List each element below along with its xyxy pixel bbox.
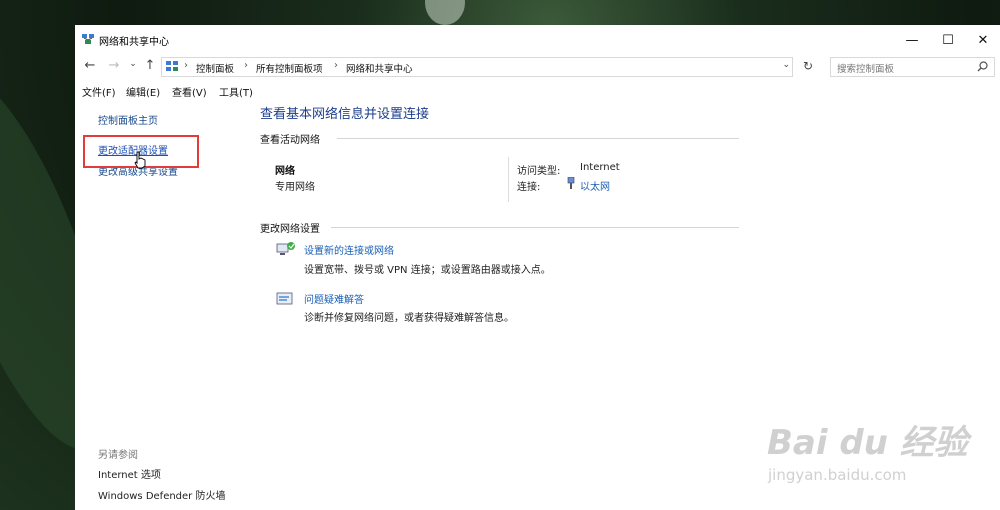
network-sharing-window: 网络和共享中心 — ☐ ✕ ← → ⌄ ↑ › 控制面板 › 所有控制面板项 ›…	[75, 25, 1000, 510]
ethernet-icon	[567, 177, 575, 189]
maximize-button[interactable]: ☐	[931, 29, 965, 51]
window-title: 网络和共享中心	[99, 37, 169, 48]
control-panel-icon	[166, 61, 178, 71]
network-setup-icon	[276, 242, 295, 255]
setup-connection-description: 设置宽带、拨号或 VPN 连接；或设置路由器或接入点。	[304, 265, 551, 276]
address-row: ← → ⌄ ↑ › 控制面板 › 所有控制面板项 › 网络和共享中心 ⌄ ↻ 搜…	[75, 55, 1000, 79]
see-also-internet-options[interactable]: Internet 选项	[98, 466, 161, 481]
sidebar-link-home[interactable]: 控制面板主页	[98, 112, 158, 127]
menu-tools[interactable]: 工具(T)	[219, 84, 253, 99]
breadcrumb-separator: ›	[184, 60, 188, 71]
breadcrumb-control-panel[interactable]: 控制面板	[196, 61, 234, 75]
network-name: 网络	[275, 166, 295, 177]
close-button[interactable]: ✕	[966, 29, 1000, 51]
page-title: 查看基本网络信息并设置连接	[260, 107, 430, 122]
up-button[interactable]: ↑	[141, 58, 159, 73]
see-also-defender-firewall[interactable]: Windows Defender 防火墙	[98, 487, 225, 502]
address-dropdown-icon[interactable]: ⌄	[782, 60, 790, 70]
troubleshoot-link[interactable]: 问题疑难解答	[304, 291, 364, 306]
ethernet-connection-link[interactable]: 以太网	[580, 178, 610, 193]
menu-bar: 文件(F) 编辑(E) 查看(V) 工具(T)	[75, 81, 1000, 99]
breadcrumb-network-center[interactable]: 网络和共享中心	[346, 61, 413, 75]
minimize-button[interactable]: —	[895, 29, 929, 51]
back-button[interactable]: ←	[81, 58, 99, 73]
connection-label: 连接:	[517, 182, 541, 193]
search-input[interactable]: 搜索控制面板	[830, 57, 995, 77]
hand-cursor-icon	[134, 151, 146, 169]
menu-view[interactable]: 查看(V)	[172, 84, 207, 99]
see-also-title: 另请参阅	[98, 450, 138, 461]
network-divider	[508, 157, 509, 202]
menu-edit[interactable]: 编辑(E)	[126, 84, 160, 99]
troubleshoot-description: 诊断并修复网络问题，或者获得疑难解答信息。	[304, 313, 514, 324]
change-settings-heading: 更改网络设置	[260, 224, 320, 235]
address-bar[interactable]: › 控制面板 › 所有控制面板项 › 网络和共享中心 ⌄	[161, 57, 793, 77]
access-type-label: 访问类型:	[517, 166, 561, 177]
troubleshoot-icon	[276, 292, 293, 305]
setup-connection-link[interactable]: 设置新的连接或网络	[304, 242, 394, 257]
refresh-button[interactable]: ↻	[803, 59, 813, 73]
watermark-logo: Bai du 经验	[767, 423, 968, 463]
breadcrumb-all-items[interactable]: 所有控制面板项	[256, 61, 323, 75]
forward-button[interactable]: →	[105, 58, 123, 73]
title-bar: 网络和共享中心 — ☐ ✕	[75, 25, 1000, 55]
menu-file[interactable]: 文件(F)	[82, 84, 116, 99]
active-networks-heading: 查看活动网络	[260, 135, 320, 146]
network-type: 专用网络	[275, 182, 315, 193]
recent-dropdown-button[interactable]: ⌄	[124, 59, 142, 69]
breadcrumb-separator: ›	[334, 60, 338, 71]
network-center-icon	[82, 34, 94, 44]
flower-shape	[425, 0, 465, 25]
change-settings-divider	[331, 227, 739, 228]
breadcrumb-separator: ›	[244, 60, 248, 71]
search-placeholder: 搜索控制面板	[837, 64, 895, 75]
active-networks-divider	[337, 138, 739, 139]
watermark-url: jingyan.baidu.com	[768, 466, 907, 484]
access-type-value: Internet	[580, 162, 620, 173]
search-icon	[977, 61, 988, 72]
